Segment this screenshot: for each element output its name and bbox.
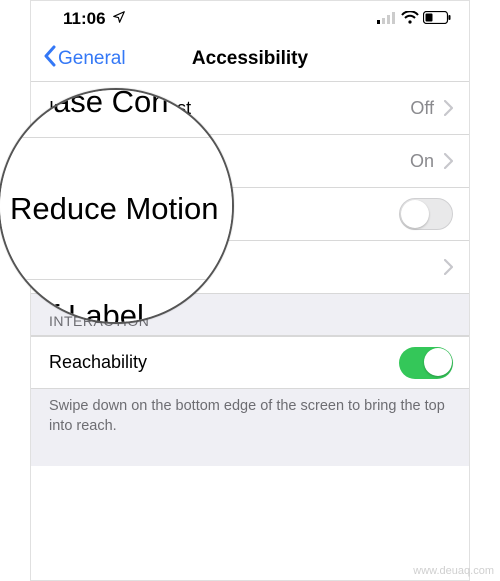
magnifier-text: /Off Label (10, 298, 144, 324)
battery-icon (423, 9, 451, 29)
row-reachability[interactable]: Reachability (31, 336, 469, 389)
toggle-onoff-labels[interactable] (399, 198, 453, 230)
row-label: Reachability (49, 352, 147, 373)
watermark: www.deuaq.com (413, 565, 494, 577)
row-value: Off (410, 98, 434, 119)
back-label: General (58, 48, 126, 70)
chevron-right-icon (444, 153, 453, 169)
toggle-reachability[interactable] (399, 347, 453, 379)
section-footer-interaction: Swipe down on the bottom edge of the scr… (31, 389, 469, 466)
magnifier-row-mid: Reduce Motion (0, 138, 232, 280)
chevron-left-icon (43, 45, 56, 73)
magnifier-overlay: crease Con Reduce Motion /Off Label (0, 88, 234, 324)
wifi-icon (401, 9, 419, 29)
location-arrow-icon (112, 9, 126, 29)
status-time: 11:06 (63, 9, 106, 29)
chevron-right-icon (444, 259, 453, 275)
magnifier-row-top: crease Con (0, 88, 232, 138)
back-button[interactable]: General (43, 45, 126, 73)
nav-header: General Accessibility (31, 37, 469, 81)
row-value: On (410, 151, 434, 172)
magnifier-text: Reduce Motion (10, 191, 219, 227)
magnifier-text: crease Con (10, 88, 169, 120)
magnifier-row-bot: /Off Label (0, 280, 232, 324)
status-bar: 11:06 (31, 1, 469, 37)
chevron-right-icon (444, 100, 453, 116)
signal-icon (377, 9, 397, 29)
